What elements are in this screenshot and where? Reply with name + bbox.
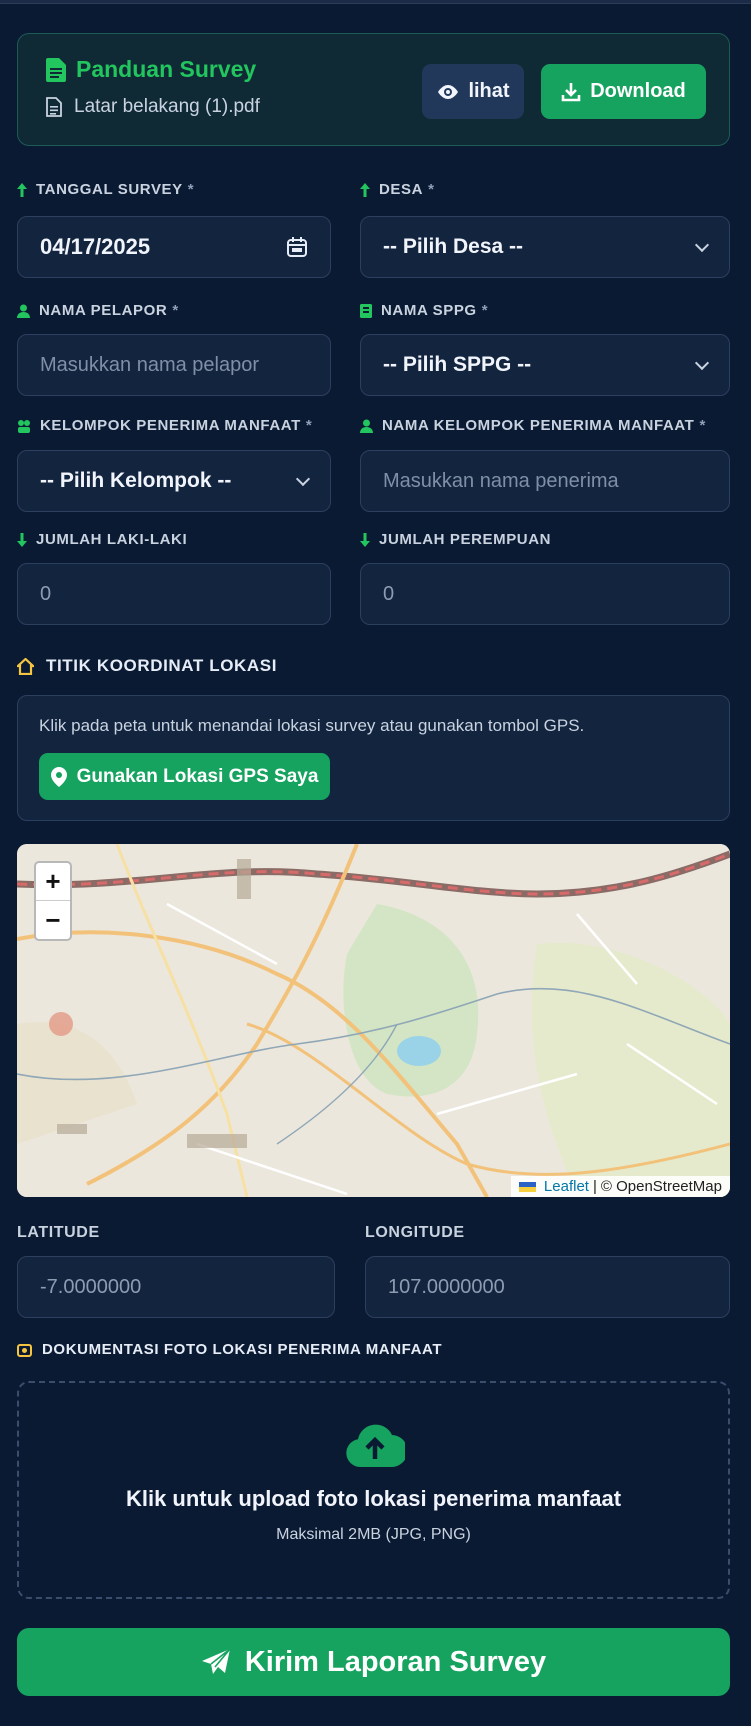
eye-icon: [438, 84, 459, 99]
map-zoom-control: + −: [34, 861, 72, 941]
top-border: [0, 0, 751, 4]
kelompok-select[interactable]: -- Pilih Kelompok --: [17, 450, 331, 512]
guide-file: Latar belakang (1).pdf: [46, 96, 260, 118]
kelompok-label: KELOMPOK PENERIMA MANFAAT *: [17, 417, 312, 434]
tanggal-label-text: TANGGAL SURVEY: [36, 181, 183, 198]
nama-sppg-select[interactable]: -- Pilih SPPG --: [360, 334, 730, 396]
upload-subtitle: Maksimal 2MB (JPG, PNG): [276, 1526, 471, 1543]
gps-button-label: Gunakan Lokasi GPS Saya: [76, 765, 319, 787]
guide-title-text: Panduan Survey: [76, 56, 257, 82]
survey-guide-card: Panduan Survey Latar belakang (1).pdf li…: [17, 33, 730, 146]
required-mark: *: [481, 302, 489, 319]
user-icon: [17, 304, 30, 318]
nama-kelompok-placeholder: Masukkan nama penerima: [383, 469, 619, 492]
longitude-placeholder: 107.0000000: [388, 1275, 505, 1298]
camera-icon: [17, 1344, 32, 1357]
submit-label: Kirim Laporan Survey: [244, 1645, 547, 1678]
user-icon: [360, 419, 373, 433]
osm-link[interactable]: © OpenStreetMap: [601, 1178, 722, 1195]
nama-kelompok-input[interactable]: Masukkan nama penerima: [360, 450, 730, 512]
required-mark: *: [428, 181, 435, 198]
desa-label-text: DESA: [379, 181, 424, 198]
download-icon: [561, 82, 581, 101]
latitude-label: LATITUDE: [17, 1224, 100, 1241]
nama-pelapor-label-text: NAMA PELAPOR: [39, 302, 168, 319]
jumlah-laki-label-text: JUMLAH LAKI-LAKI: [36, 531, 188, 548]
chevron-down-icon: [694, 237, 710, 252]
chevron-down-icon: [694, 355, 710, 370]
tanggal-survey-input[interactable]: 04/17/2025: [17, 216, 331, 278]
submit-survey-button[interactable]: Kirim Laporan Survey: [17, 1628, 730, 1696]
desa-select[interactable]: -- Pilih Desa --: [360, 216, 730, 278]
building-icon: [360, 303, 372, 318]
arrow-down-icon: [360, 532, 370, 547]
download-guide-button[interactable]: Download: [541, 64, 706, 119]
view-guide-button[interactable]: lihat: [422, 64, 524, 119]
cloud-upload-icon: [346, 1424, 405, 1467]
guide-title: Panduan Survey: [46, 56, 256, 83]
required-mark: *: [699, 417, 706, 434]
nama-kelompok-label: NAMA KELOMPOK PENERIMA MANFAAT *: [360, 417, 706, 434]
nama-sppg-label-text: NAMA SPPG: [381, 302, 477, 319]
longitude-label: LONGITUDE: [365, 1224, 465, 1241]
kelompok-label-text: KELOMPOK PENERIMA MANFAAT: [40, 417, 301, 434]
required-mark: *: [172, 302, 179, 319]
dokumentasi-section-title: DOKUMENTASI FOTO LOKASI PENERIMA MANFAAT: [17, 1341, 442, 1358]
jumlah-laki-placeholder: 0: [40, 582, 52, 605]
jumlah-laki-input[interactable]: 0: [17, 563, 331, 625]
longitude-input[interactable]: 107.0000000: [365, 1256, 730, 1318]
koordinat-help-text: Klik pada peta untuk menandai lokasi sur…: [39, 716, 585, 735]
sppg-selected-value: -- Pilih SPPG --: [383, 353, 532, 376]
tanggal-survey-label: TANGGAL SURVEY *: [17, 181, 194, 198]
jumlah-laki-label: JUMLAH LAKI-LAKI: [17, 531, 187, 548]
photo-upload-dropzone[interactable]: Klik untuk upload foto lokasi penerima m…: [17, 1381, 730, 1599]
nama-pelapor-input[interactable]: Masukkan nama pelapor: [17, 334, 331, 396]
koordinat-title-text: TITIK KOORDINAT LOKASI: [46, 656, 278, 675]
arrow-down-icon: [17, 532, 27, 547]
chevron-down-icon: [295, 471, 311, 486]
location-map[interactable]: + − Leaflet | © OpenStreetMap: [17, 844, 730, 1197]
required-mark: *: [187, 181, 195, 198]
document-icon: [46, 57, 66, 82]
nama-kelompok-label-text: NAMA KELOMPOK PENERIMA MANFAAT: [382, 417, 695, 434]
kelompok-selected-value: -- Pilih Kelompok --: [40, 469, 232, 492]
nama-sppg-label: NAMA SPPG *: [360, 302, 488, 319]
upload-title: Klik untuk upload foto lokasi penerima m…: [125, 1486, 622, 1511]
desa-selected-value: -- Pilih Desa --: [383, 235, 524, 258]
leaflet-link[interactable]: Leaflet: [544, 1178, 589, 1195]
download-guide-label: Download: [590, 80, 686, 102]
koordinat-card: Klik pada peta untuk menandai lokasi sur…: [17, 695, 730, 821]
zoom-in-button[interactable]: +: [36, 863, 70, 901]
jumlah-perempuan-label: JUMLAH PEREMPUAN: [360, 531, 551, 548]
map-tiles: [17, 844, 730, 1197]
jumlah-perempuan-placeholder: 0: [383, 582, 395, 605]
flag-icon: [518, 1181, 536, 1192]
gps-location-button[interactable]: Gunakan Lokasi GPS Saya: [39, 753, 330, 800]
nama-pelapor-placeholder: Masukkan nama pelapor: [40, 353, 260, 376]
arrow-up-icon: [17, 182, 27, 197]
zoom-out-button[interactable]: −: [36, 901, 70, 939]
pdf-file-icon: [46, 97, 62, 117]
map-attribution: Leaflet | © OpenStreetMap: [510, 1176, 730, 1197]
desa-label: DESA *: [360, 181, 435, 198]
dokumentasi-title-text: DOKUMENTASI FOTO LOKASI PENERIMA MANFAAT: [42, 1341, 443, 1358]
latitude-placeholder: -7.0000000: [40, 1275, 142, 1298]
group-icon: [18, 419, 30, 433]
latitude-input[interactable]: -7.0000000: [17, 1256, 335, 1318]
attribution-separator: |: [592, 1178, 597, 1195]
koordinat-section-title: TITIK KOORDINAT LOKASI: [17, 656, 277, 676]
house-icon: [17, 657, 34, 675]
jumlah-perempuan-input[interactable]: 0: [360, 563, 730, 625]
guide-file-name: Latar belakang (1).pdf: [74, 96, 260, 117]
required-mark: *: [305, 417, 313, 434]
location-pin-icon: [50, 766, 67, 787]
view-guide-label: lihat: [468, 80, 510, 102]
arrow-up-icon: [360, 182, 370, 197]
nama-pelapor-label: NAMA PELAPOR *: [17, 302, 179, 319]
jumlah-perempuan-label-text: JUMLAH PEREMPUAN: [379, 531, 552, 548]
calendar-icon[interactable]: [286, 236, 308, 258]
tanggal-value: 04/17/2025: [40, 234, 151, 259]
paper-plane-icon: [201, 1648, 231, 1674]
